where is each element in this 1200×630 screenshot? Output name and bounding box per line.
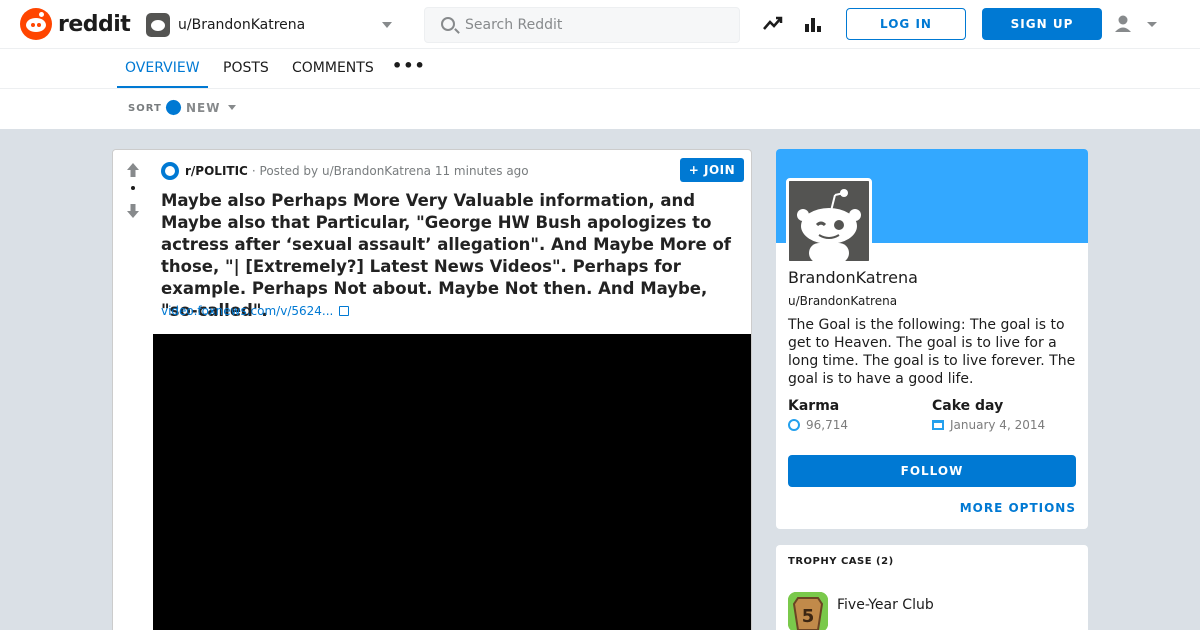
cakeday-date: January 4, 2014 (950, 418, 1046, 432)
profile-tabs: OVERVIEW POSTS COMMENTS ••• (0, 49, 1200, 89)
sort-dropdown[interactable]: NEW (166, 100, 237, 115)
more-tabs-button[interactable]: ••• (392, 49, 426, 87)
join-label: JOIN (704, 163, 736, 177)
sort-value: NEW (186, 100, 221, 115)
video-player[interactable] (153, 334, 751, 630)
join-button[interactable]: + JOIN (680, 158, 744, 182)
chevron-down-icon (1147, 22, 1157, 27)
follow-button[interactable]: FOLLOW (788, 455, 1076, 487)
post-link-text: video.foxnews.com/v/5624... (161, 304, 334, 318)
trophy-case-card: TROPHY CASE (2) 5 Five-Year Club (776, 545, 1088, 630)
karma-number: 96,714 (806, 418, 848, 432)
vote-score (131, 186, 135, 190)
user-icon (1115, 15, 1131, 32)
vote-column (113, 150, 153, 630)
profile-display-name: BrandonKatrena (788, 268, 918, 287)
downvote-arrow-icon[interactable] (126, 203, 140, 219)
post-meta: r/POLITIC · Posted by u/BrandonKatrena 1… (161, 162, 529, 180)
user-menu-dropdown[interactable] (1112, 12, 1162, 36)
tab-comments[interactable]: COMMENTS (292, 49, 374, 88)
more-options-button[interactable]: MORE OPTIONS (960, 501, 1076, 515)
profile-avatar (786, 178, 872, 264)
profile-card: BrandonKatrena u/BrandonKatrena The Goal… (776, 149, 1088, 529)
five-year-club-icon: 5 (788, 592, 828, 630)
external-link-icon (339, 306, 350, 316)
sign-up-button[interactable]: SIGN UP (982, 8, 1102, 40)
new-icon (166, 100, 181, 115)
cakeday-label: Cake day (932, 398, 1004, 414)
snoo-avatar-icon (789, 181, 869, 261)
trophy-name: Five-Year Club (837, 597, 934, 613)
karma-icon (788, 419, 800, 431)
cakeday-value: January 4, 2014 (932, 418, 1045, 432)
cake-icon (932, 420, 944, 430)
subreddit-link[interactable]: r/POLITIC (185, 164, 248, 178)
karma-label: Karma (788, 398, 840, 414)
chevron-down-icon (382, 22, 392, 28)
top-header: reddit u/BrandonKatrena LOG IN SIGN UP (0, 0, 1200, 49)
sort-label: SORT (128, 103, 162, 114)
sort-bar: SORT NEW (0, 89, 1200, 129)
tab-posts[interactable]: POSTS (223, 49, 269, 88)
subreddit-icon[interactable] (161, 162, 179, 180)
user-dropdown[interactable]: u/BrandonKatrena (146, 12, 398, 38)
search-input[interactable] (465, 14, 725, 36)
log-in-button[interactable]: LOG IN (846, 8, 966, 40)
reddit-wordmark: reddit (58, 11, 131, 37)
profile-bio: The Goal is the following: The goal is t… (788, 317, 1076, 387)
user-avatar-icon (146, 13, 170, 37)
upvote-arrow-icon[interactable] (126, 162, 140, 178)
post-byline: · Posted by u/BrandonKatrena 11 minutes … (251, 164, 529, 178)
popular-icon[interactable] (801, 12, 825, 36)
post-card[interactable]: r/POLITIC · Posted by u/BrandonKatrena 1… (112, 149, 752, 630)
reddit-alien-icon (20, 8, 52, 40)
post-external-link[interactable]: video.foxnews.com/v/5624... (161, 304, 350, 318)
search-bar[interactable] (424, 7, 740, 43)
user-dropdown-label: u/BrandonKatrena (178, 17, 306, 33)
trending-icon[interactable] (761, 12, 785, 36)
karma-value: 96,714 (788, 418, 848, 432)
reddit-logo[interactable]: reddit (20, 8, 131, 40)
post-title[interactable]: Maybe also Perhaps More Very Valuable in… (161, 190, 741, 322)
search-icon (441, 17, 455, 31)
profile-handle: u/BrandonKatrena (788, 294, 898, 308)
trophy-case-title: TROPHY CASE (2) (788, 556, 894, 567)
svg-text:5: 5 (802, 606, 815, 627)
tab-overview[interactable]: OVERVIEW (117, 49, 208, 88)
chevron-down-icon (228, 105, 237, 110)
